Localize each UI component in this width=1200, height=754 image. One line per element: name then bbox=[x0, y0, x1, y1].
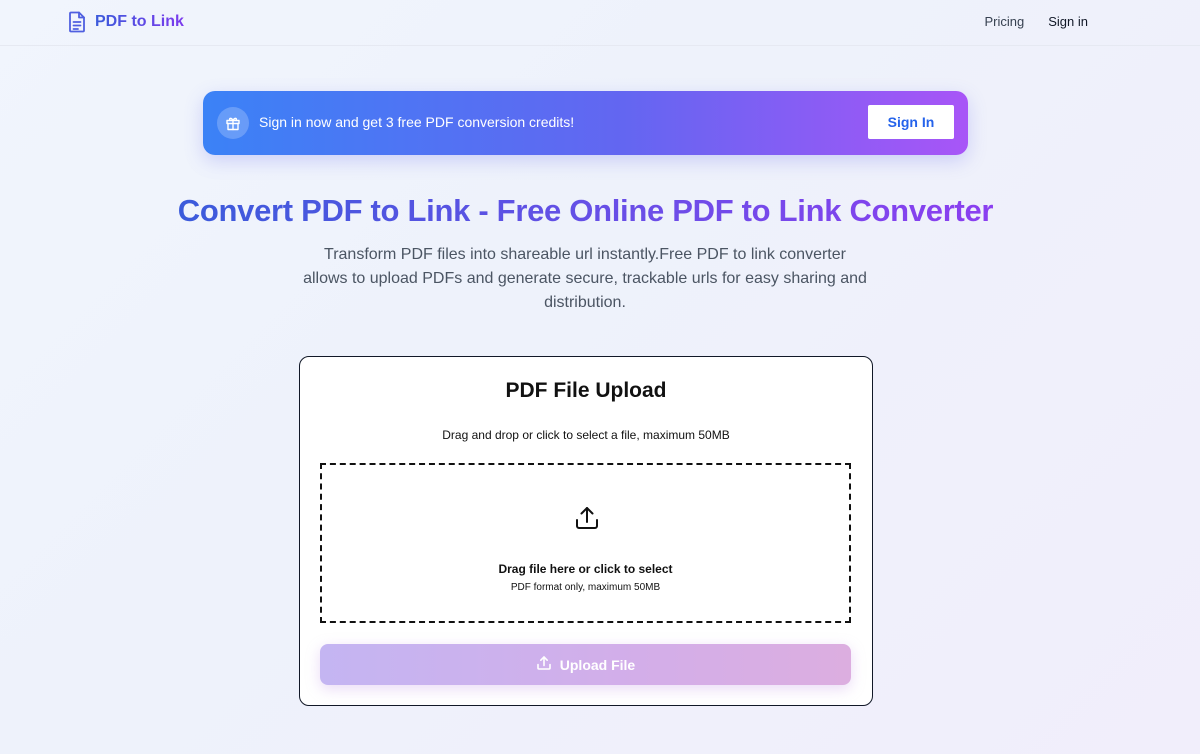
banner-sign-in-button[interactable]: Sign In bbox=[868, 105, 954, 139]
upload-file-button-label: Upload File bbox=[559, 656, 636, 673]
nav-link-sign-in[interactable]: Sign in bbox=[1048, 14, 1088, 29]
file-dropzone[interactable]: Drag file here or click to select PDF fo… bbox=[320, 463, 851, 623]
nav-links: Pricing Sign in bbox=[985, 14, 1089, 29]
brand-name: PDF to Link bbox=[95, 13, 184, 30]
upload-file-button[interactable]: Upload File bbox=[320, 644, 851, 685]
upload-card: PDF File Upload Drag and drop or click t… bbox=[299, 356, 873, 706]
upload-card-title: PDF File Upload bbox=[505, 379, 667, 402]
banner-text: Sign in now and get 3 free PDF conversio… bbox=[259, 114, 575, 130]
upload-icon bbox=[574, 505, 600, 531]
document-icon bbox=[67, 11, 87, 33]
page-title-text: Convert PDF to Link - Free Online PDF to… bbox=[177, 193, 994, 228]
promo-banner: Sign in now and get 3 free PDF conversio… bbox=[203, 91, 968, 155]
brand-logo[interactable]: PDF to Link bbox=[67, 11, 184, 33]
dropzone-hint: PDF format only, maximum 50MB bbox=[510, 582, 661, 593]
top-nav: PDF to Link Pricing Sign in bbox=[0, 0, 1200, 46]
dropzone-label: Drag file here or click to select bbox=[498, 562, 673, 576]
upload-card-description: Drag and drop or click to select a file,… bbox=[442, 428, 730, 442]
gift-icon bbox=[217, 107, 249, 139]
nav-link-pricing[interactable]: Pricing bbox=[985, 14, 1025, 29]
page-title: Convert PDF to Link - Free Online PDF to… bbox=[0, 193, 1171, 229]
page-subtitle: Transform PDF files into shareable url i… bbox=[303, 246, 867, 311]
upload-icon bbox=[536, 655, 552, 674]
